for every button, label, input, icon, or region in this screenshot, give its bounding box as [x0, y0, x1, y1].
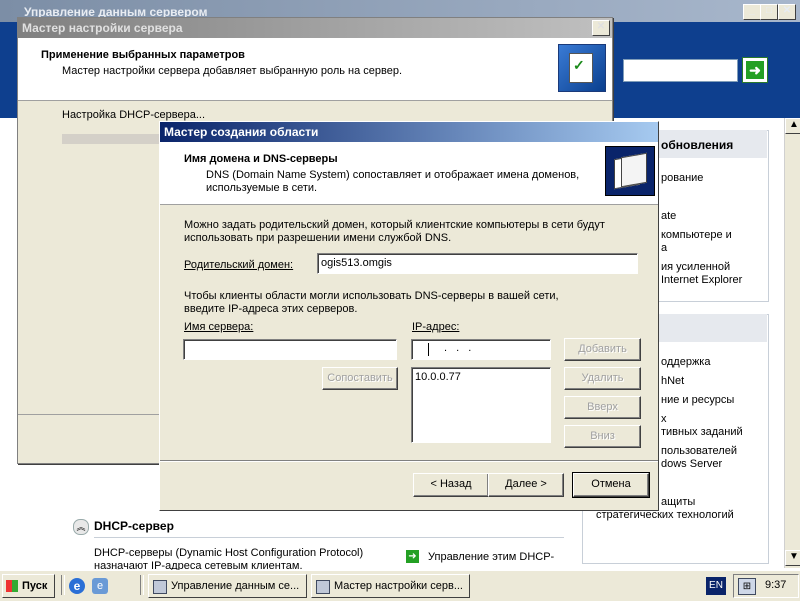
dhcp-section-title: DHCP-сервер	[94, 519, 174, 533]
remove-button[interactable]: Удалить	[564, 367, 641, 390]
right-link-14[interactable]: ащиты	[661, 496, 695, 508]
ip-address-input[interactable]: . . .	[411, 339, 551, 360]
resolve-button[interactable]: Сопоставить	[322, 367, 398, 390]
intro-line1: Можно задать родительский домен, который…	[184, 219, 605, 231]
down-button[interactable]: Вниз	[564, 425, 641, 448]
parent-domain-input[interactable]: ogis513.omgis	[317, 253, 638, 274]
scope-wizard-titlebar[interactable]: Мастер создания области	[160, 122, 658, 142]
setup-wizard-titlebar[interactable]: Мастер настройки сервера ✕	[18, 18, 612, 38]
clock[interactable]: 9:37	[765, 579, 786, 591]
right-link-11[interactable]: тивных заданий	[661, 426, 743, 438]
server-name-label: Имя сервера:	[184, 321, 254, 333]
server-config-icon: ✓	[558, 44, 606, 92]
task-manage-server-label: Управление данным се...	[171, 580, 300, 592]
right-link-12[interactable]: пользователей	[661, 445, 737, 457]
scope-wizard-heading: Имя домена и DNS-серверы	[184, 153, 338, 165]
intro-line2: использовать при разрешении имени службо…	[184, 232, 452, 244]
right-link-2[interactable]: ate	[661, 210, 676, 222]
minimize-icon[interactable]: _	[743, 4, 761, 20]
window-icon	[316, 580, 330, 594]
right-link-8[interactable]: hNet	[661, 375, 684, 387]
right-link-1[interactable]: рование	[661, 172, 703, 184]
setup-wizard-title: Мастер настройки сервера	[22, 21, 183, 35]
window-icon	[153, 580, 167, 594]
show-desktop-icon[interactable]: e	[92, 578, 108, 594]
folders-icon	[605, 146, 655, 196]
network-icon[interactable]: ⊞	[738, 578, 756, 595]
scope-wizard-title: Мастер создания области	[164, 125, 319, 139]
setup-wizard-heading: Применение выбранных параметров	[41, 49, 245, 61]
windows-logo-icon	[6, 580, 18, 592]
right-link-10[interactable]: х	[661, 413, 667, 425]
close-icon[interactable]: ✕	[778, 4, 796, 20]
main-scrollbar[interactable]: ▲ ▼	[784, 118, 800, 568]
ie-icon[interactable]: e	[69, 578, 85, 594]
start-button[interactable]: Пуск	[2, 574, 55, 598]
dhcp-manage-link[interactable]: Управление этим DHCP-	[428, 551, 554, 563]
scope-wizard-footer-divider	[160, 460, 658, 462]
up-button[interactable]: Вверх	[564, 396, 641, 419]
scope-wizard-window: Мастер создания области Имя домена и DNS…	[159, 121, 659, 511]
right-link-13[interactable]: dows Server	[661, 458, 722, 470]
dns-info-line2: введите IP-адреса этих серверов.	[184, 303, 358, 315]
parent-domain-value: ogis513.omgis	[321, 257, 392, 269]
server-name-input[interactable]	[183, 339, 397, 360]
task-manage-server[interactable]: Управление данным се...	[148, 574, 307, 598]
right-link-7[interactable]: оддержка	[661, 356, 710, 368]
right-link-4[interactable]: а	[661, 242, 667, 254]
setup-wizard-status: Настройка DHCP-сервера...	[62, 109, 206, 121]
start-label: Пуск	[22, 580, 48, 592]
back-button[interactable]: < Назад	[413, 473, 489, 497]
setup-wizard-close-icon[interactable]: ✕	[592, 20, 610, 36]
task-setup-wizard[interactable]: Мастер настройки серв...	[311, 574, 470, 598]
maximize-icon[interactable]: □	[760, 4, 778, 20]
text-cursor	[428, 343, 429, 356]
scope-wizard-subheading-line2: используемые в сети.	[206, 182, 318, 194]
scroll-down-icon[interactable]: ▼	[785, 550, 800, 566]
setup-wizard-progress-bar	[62, 134, 172, 144]
updates-heading: обновления	[661, 138, 734, 152]
setup-wizard-subheading: Мастер настройки сервера добавляет выбра…	[62, 65, 403, 77]
dhcp-desc-line1: DHCP-серверы (Dynamic Host Configuration…	[94, 547, 364, 559]
add-button[interactable]: Добавить	[564, 338, 641, 361]
next-button[interactable]: Далее >	[488, 473, 564, 497]
quicklaunch-separator	[61, 575, 65, 595]
parent-domain-label: Родительский домен:	[184, 259, 294, 271]
banner-search-input[interactable]	[623, 59, 738, 82]
scope-wizard-subheading-line1: DNS (Domain Name System) сопоставляет и …	[206, 169, 580, 181]
task-separator	[140, 575, 144, 595]
arrow-right-icon: ➜	[406, 550, 419, 563]
right-link-5[interactable]: ия усиленной	[661, 261, 730, 273]
language-indicator[interactable]: EN	[706, 577, 726, 595]
ip-address-label: IP-адрес:	[412, 321, 460, 333]
banner-search-go-icon[interactable]: ➜	[742, 57, 768, 83]
collapse-icon[interactable]: ︽	[73, 519, 89, 535]
task-setup-wizard-label: Мастер настройки серв...	[334, 580, 463, 592]
right-link-9[interactable]: ние и ресурсы	[661, 394, 734, 406]
scroll-up-icon[interactable]: ▲	[785, 118, 800, 134]
dns-info-line1: Чтобы клиенты области могли использовать…	[184, 290, 559, 302]
ip-list-item[interactable]: 10.0.0.77	[415, 371, 461, 383]
ip-dots: . . .	[444, 342, 475, 354]
ip-address-list[interactable]: 10.0.0.77	[411, 367, 551, 443]
right-link-3[interactable]: компьютере и	[661, 229, 732, 241]
right-link-6[interactable]: Internet Explorer	[661, 274, 742, 286]
dhcp-divider	[94, 537, 564, 538]
tray: ⊞ 9:37	[733, 574, 799, 598]
cancel-button[interactable]: Отмена	[572, 472, 650, 498]
